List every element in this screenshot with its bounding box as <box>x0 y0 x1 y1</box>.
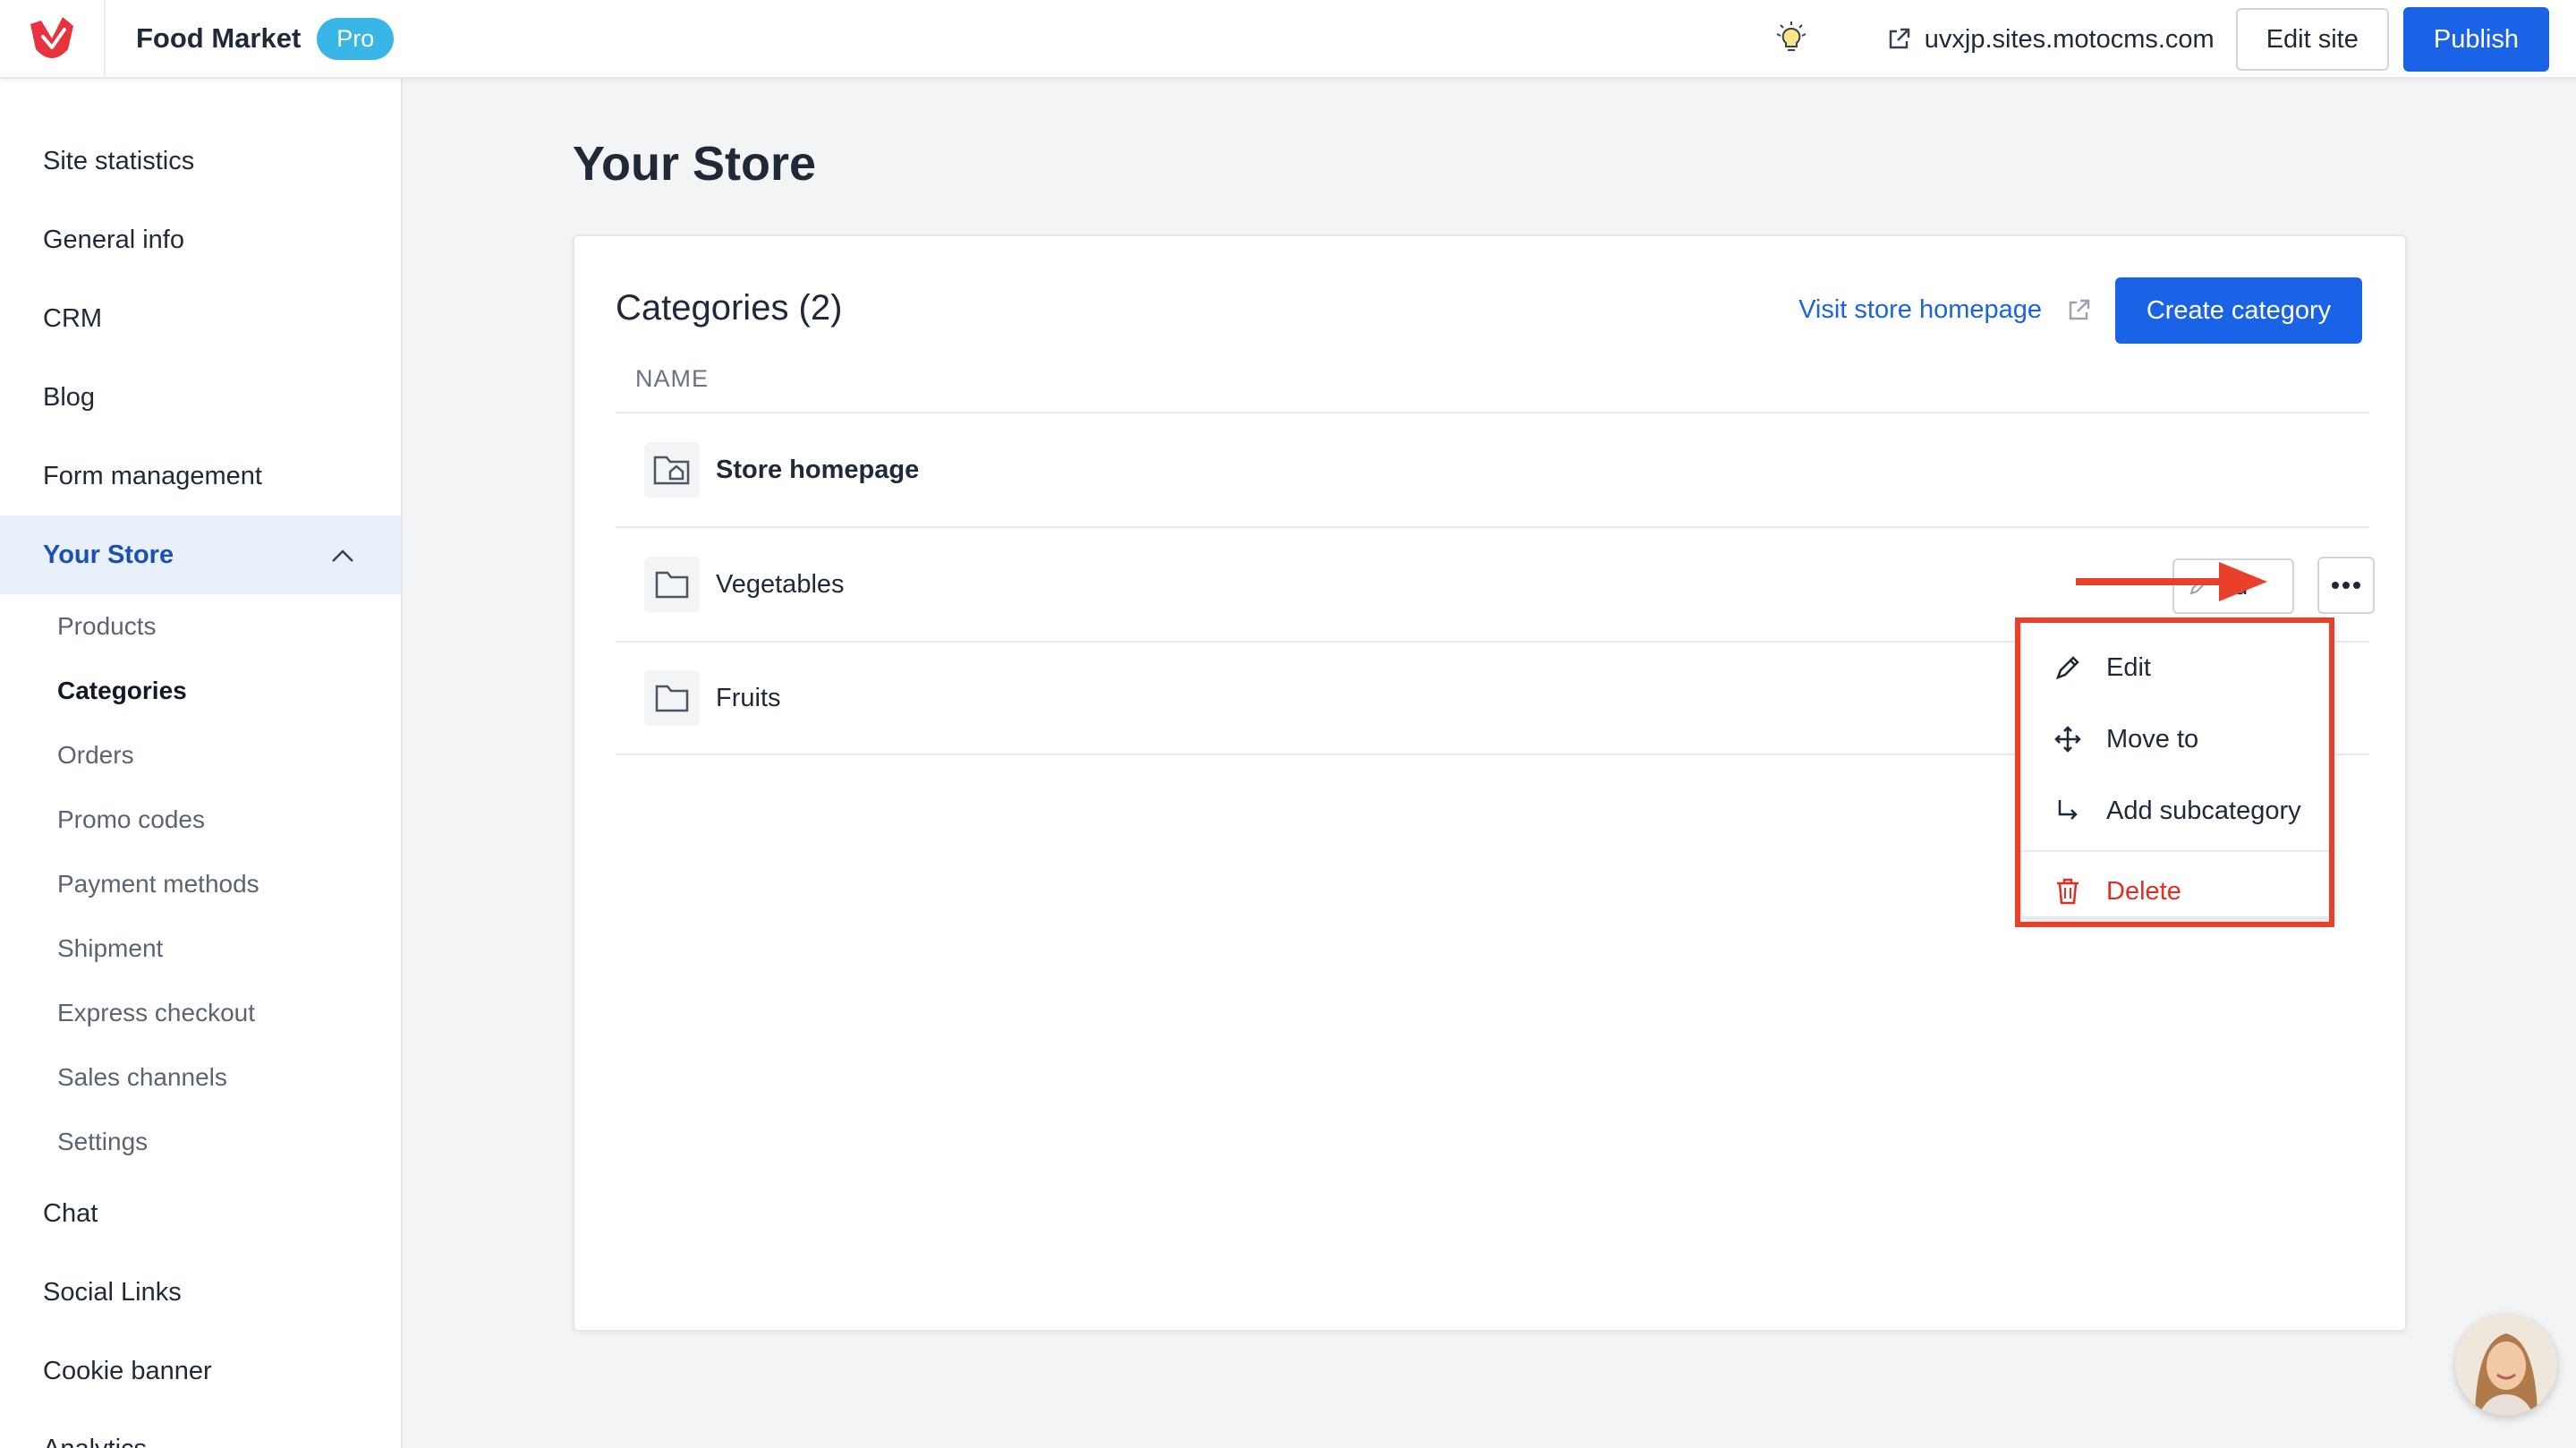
sidebar-subitem-payment-methods[interactable]: Payment methods <box>0 852 401 916</box>
row-label: Store homepage <box>716 455 920 484</box>
more-options-button[interactable] <box>2317 557 2375 614</box>
sidebar-subitem-categories[interactable]: Categories <box>0 659 401 723</box>
sidebar-subitem-settings[interactable]: Settings <box>0 1110 401 1174</box>
table-row[interactable]: Store homepage <box>616 412 2369 526</box>
motocms-logo[interactable] <box>0 0 106 78</box>
sidebar-item-chat[interactable]: Chat <box>0 1174 401 1253</box>
folder-icon <box>644 557 700 612</box>
external-link-icon <box>2065 297 2092 324</box>
ellipsis-icon <box>2332 582 2360 589</box>
sidebar-item-site-statistics[interactable]: Site statistics <box>0 122 401 200</box>
sidebar-item-cookie-banner[interactable]: Cookie banner <box>0 1332 401 1410</box>
external-link-icon <box>1885 26 1912 53</box>
sidebar: Site statistics General info CRM Blog Fo… <box>0 79 403 1448</box>
sidebar-item-analytics[interactable]: Analytics <box>0 1410 401 1448</box>
create-category-button[interactable]: Create category <box>2115 277 2362 344</box>
sidebar-item-general-info[interactable]: General info <box>0 200 401 279</box>
sidebar-subitem-express-checkout[interactable]: Express checkout <box>0 981 401 1045</box>
site-url-link[interactable]: uvxjp.sites.motocms.com <box>1885 25 2215 55</box>
visit-link-label: Visit store homepage <box>1798 295 2042 324</box>
column-header-name: NAME <box>635 365 710 392</box>
sidebar-item-label: Your Store <box>43 540 174 569</box>
publish-button[interactable]: Publish <box>2402 7 2549 72</box>
annotation-arrow-icon <box>2076 562 2267 601</box>
sidebar-item-form-management[interactable]: Form management <box>0 437 401 515</box>
sidebar-item-your-store[interactable]: Your Store <box>0 515 401 594</box>
edit-site-button[interactable]: Edit site <box>2235 8 2389 71</box>
row-label: Fruits <box>716 683 781 712</box>
sidebar-subitem-sales-channels[interactable]: Sales channels <box>0 1045 401 1110</box>
visit-store-homepage-link[interactable]: Visit store homepage <box>1798 295 2092 325</box>
sidebar-item-crm[interactable]: CRM <box>0 279 401 358</box>
row-label: Vegetables <box>716 569 845 599</box>
annotation-highlight-box <box>2015 618 2334 927</box>
sidebar-subitem-products[interactable]: Products <box>0 594 401 659</box>
sidebar-subitem-orders[interactable]: Orders <box>0 723 401 788</box>
top-bar: Food Market Pro uvxjp.sites.motocms.com … <box>0 0 2576 79</box>
sidebar-item-social-links[interactable]: Social Links <box>0 1253 401 1332</box>
app-name: Food Market <box>136 22 302 54</box>
folder-icon <box>644 670 700 726</box>
pro-badge: Pro <box>317 17 395 60</box>
lightbulb-icon[interactable] <box>1769 17 1814 62</box>
support-chat-avatar[interactable] <box>2455 1314 2557 1416</box>
avatar-icon <box>2455 1314 2557 1416</box>
folder-home-icon <box>644 442 700 498</box>
logo-icon <box>30 17 73 58</box>
page-title: Your Store <box>573 137 817 191</box>
site-url-text: uvxjp.sites.motocms.com <box>1924 24 2215 54</box>
sidebar-subitem-shipment[interactable]: Shipment <box>0 916 401 981</box>
sidebar-item-blog[interactable]: Blog <box>0 358 401 437</box>
chevron-up-icon <box>331 541 354 570</box>
card-title: Categories (2) <box>616 288 843 328</box>
sidebar-subitem-promo-codes[interactable]: Promo codes <box>0 788 401 852</box>
